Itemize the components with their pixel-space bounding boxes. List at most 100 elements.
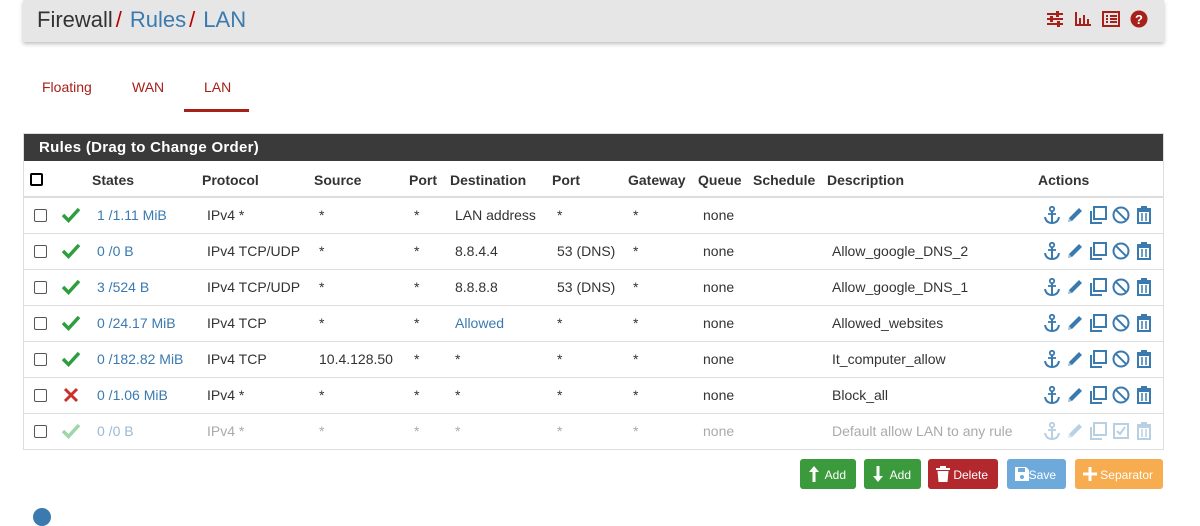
states-cell[interactable]: 0 /0 B xyxy=(97,423,134,439)
row-checkbox[interactable] xyxy=(34,209,47,222)
pencil-icon[interactable] xyxy=(1065,241,1085,261)
col-source[interactable]: Source xyxy=(314,172,361,188)
rules-panel: Rules (Drag to Change Order) States Prot… xyxy=(23,133,1164,450)
pass-check-icon[interactable] xyxy=(62,314,80,332)
source-cell: * xyxy=(319,207,325,223)
row-checkbox[interactable] xyxy=(34,389,47,402)
pencil-icon[interactable] xyxy=(1065,349,1085,369)
dest-port-cell: * xyxy=(557,423,563,439)
pass-check-icon[interactable] xyxy=(62,278,80,296)
tab-wan[interactable]: WAN xyxy=(132,79,164,95)
disable-icon[interactable] xyxy=(1111,349,1131,369)
col-protocol[interactable]: Protocol xyxy=(202,172,259,188)
table-row[interactable]: 0 /24.17 MiB IPv4 TCP * * Allowed * * none Allow… xyxy=(24,305,1163,342)
trash-icon[interactable] xyxy=(1134,277,1154,297)
destination-cell[interactable]: Allowed xyxy=(455,315,504,331)
col-schedule[interactable]: Schedule xyxy=(753,172,815,188)
pencil-icon[interactable] xyxy=(1065,421,1085,441)
trash-icon[interactable] xyxy=(1134,205,1154,225)
trash-icon[interactable] xyxy=(1134,241,1154,261)
pass-check-icon[interactable] xyxy=(62,242,80,260)
block-x-icon[interactable] xyxy=(62,386,80,404)
anchor-icon[interactable] xyxy=(1042,277,1062,297)
source-cell: * xyxy=(319,279,325,295)
add-top-button[interactable]: Add xyxy=(800,459,856,489)
states-cell[interactable]: 0 /182.82 MiB xyxy=(97,351,183,367)
table-row[interactable]: 0 /1.06 MiB IPv4 * * * * * * none Block_all xyxy=(24,377,1163,414)
table-row[interactable]: 0 /0 B IPv4 * * * * * * none Default allow LAN t… xyxy=(24,413,1163,450)
arrow-up-icon xyxy=(809,466,819,482)
pencil-icon[interactable] xyxy=(1065,277,1085,297)
col-destination[interactable]: Destination xyxy=(450,172,526,188)
anchor-icon[interactable] xyxy=(1042,205,1062,225)
col-gateway[interactable]: Gateway xyxy=(628,172,686,188)
queue-cell: none xyxy=(703,315,735,331)
disable-icon[interactable] xyxy=(1111,313,1131,333)
states-cell[interactable]: 0 /1.06 MiB xyxy=(97,387,168,403)
sliders-icon[interactable] xyxy=(1046,10,1064,28)
queue-cell: none xyxy=(703,243,735,259)
anchor-icon[interactable] xyxy=(1042,421,1062,441)
row-checkbox[interactable] xyxy=(34,281,47,294)
breadcrumb-rules-link[interactable]: Rules xyxy=(130,7,186,32)
disable-icon[interactable] xyxy=(1111,205,1131,225)
states-cell[interactable]: 3 /524 B xyxy=(97,279,149,295)
copy-icon[interactable] xyxy=(1088,349,1108,369)
copy-icon[interactable] xyxy=(1088,241,1108,261)
table-row[interactable]: 0 /0 B IPv4 TCP/UDP * * 8.8.4.4 53 (DNS) * none… xyxy=(24,233,1163,270)
anchor-icon[interactable] xyxy=(1042,313,1062,333)
queue-cell: none xyxy=(703,387,735,403)
copy-icon[interactable] xyxy=(1088,277,1108,297)
row-checkbox[interactable] xyxy=(34,425,47,438)
copy-icon[interactable] xyxy=(1088,313,1108,333)
row-checkbox[interactable] xyxy=(34,353,47,366)
states-cell[interactable]: 0 /24.17 MiB xyxy=(97,315,176,331)
description-cell: It_computer_allow xyxy=(832,351,946,367)
copy-icon[interactable] xyxy=(1088,205,1108,225)
anchor-icon[interactable] xyxy=(1042,349,1062,369)
pencil-icon[interactable] xyxy=(1065,313,1085,333)
anchor-icon[interactable] xyxy=(1042,385,1062,405)
breadcrumb-lan-link[interactable]: LAN xyxy=(203,7,246,32)
copy-icon[interactable] xyxy=(1088,385,1108,405)
separator-button[interactable]: Separator xyxy=(1075,459,1163,489)
states-cell[interactable]: 0 /0 B xyxy=(97,243,134,259)
add-bottom-button[interactable]: Add xyxy=(864,459,921,489)
trash-icon[interactable] xyxy=(1134,349,1154,369)
states-cell[interactable]: 1 /1.11 MiB xyxy=(97,207,167,223)
col-description[interactable]: Description xyxy=(827,172,904,188)
row-checkbox[interactable] xyxy=(34,317,47,330)
disable-icon[interactable] xyxy=(1111,385,1131,405)
breadcrumb: Firewall / Rules / LAN xyxy=(37,7,246,33)
col-states[interactable]: States xyxy=(92,172,134,188)
table-row[interactable]: 0 /182.82 MiB IPv4 TCP 10.4.128.50 * * * * none… xyxy=(24,341,1163,378)
list-icon[interactable] xyxy=(1102,10,1120,28)
pencil-icon[interactable] xyxy=(1065,385,1085,405)
enable-icon[interactable] xyxy=(1111,421,1131,441)
row-checkbox[interactable] xyxy=(34,245,47,258)
tab-lan[interactable]: LAN xyxy=(204,79,231,95)
pass-check-icon[interactable] xyxy=(62,350,80,368)
pass-check-icon[interactable] xyxy=(62,206,80,224)
disable-icon[interactable] xyxy=(1111,277,1131,297)
table-row[interactable]: 1 /1.11 MiB IPv4 * * * LAN address * * none xyxy=(24,197,1163,234)
table-row[interactable]: 3 /524 B IPv4 TCP/UDP * * 8.8.8.8 53 (DNS) * no… xyxy=(24,269,1163,306)
trash-icon[interactable] xyxy=(1134,385,1154,405)
bar-chart-icon[interactable] xyxy=(1074,10,1092,28)
tab-floating[interactable]: Floating xyxy=(42,79,92,95)
col-source-port[interactable]: Port xyxy=(409,172,437,188)
help-icon[interactable]: ? xyxy=(1130,10,1148,28)
trash-icon[interactable] xyxy=(1134,421,1154,441)
pass-check-icon[interactable] xyxy=(62,422,80,440)
copy-icon[interactable] xyxy=(1088,421,1108,441)
col-queue[interactable]: Queue xyxy=(698,172,742,188)
select-all-checkbox[interactable] xyxy=(30,173,43,186)
anchor-icon[interactable] xyxy=(1042,241,1062,261)
col-dest-port[interactable]: Port xyxy=(552,172,580,188)
pencil-icon[interactable] xyxy=(1065,205,1085,225)
delete-button[interactable]: Delete xyxy=(928,459,998,489)
trash-icon[interactable] xyxy=(1134,313,1154,333)
disable-icon[interactable] xyxy=(1111,241,1131,261)
info-icon[interactable] xyxy=(33,508,51,526)
save-button[interactable]: Save xyxy=(1007,459,1066,489)
